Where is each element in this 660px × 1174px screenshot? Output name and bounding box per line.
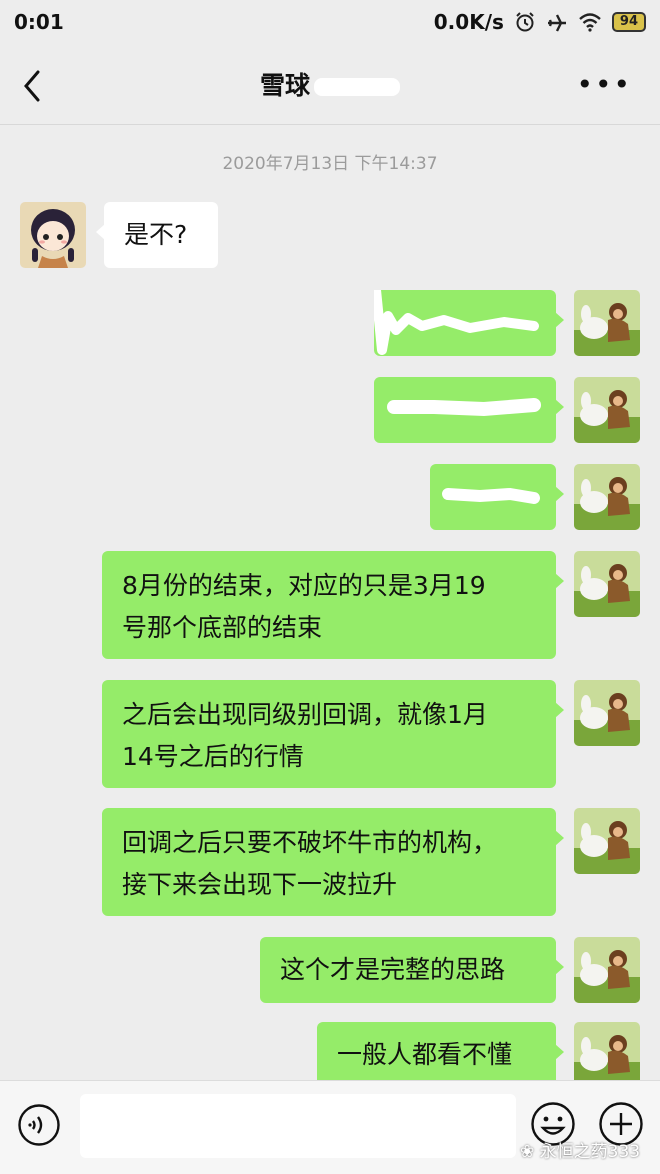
my-avatar[interactable] — [574, 551, 640, 617]
chat-title-text: 雪球 — [259, 71, 310, 100]
my-avatar[interactable] — [574, 1022, 640, 1088]
message-bubble-redacted[interactable] — [374, 377, 564, 443]
my-avatar[interactable] — [574, 808, 640, 874]
message-bubble-outgoing[interactable]: 一般人都看不懂 — [317, 1022, 564, 1088]
message-line: 8月份的结束，对应的只是3月19 — [122, 571, 486, 600]
redaction-mark — [314, 78, 400, 96]
redaction-scribble — [387, 398, 541, 417]
my-avatar[interactable] — [574, 464, 640, 530]
my-avatar[interactable] — [574, 937, 640, 1003]
message-bubble-redacted[interactable] — [430, 464, 564, 530]
wifi-icon — [579, 13, 601, 32]
redaction-scribble — [442, 487, 540, 504]
status-right: 0.0K/s 94 — [434, 10, 646, 34]
more-dots-icon[interactable]: ••• — [576, 71, 632, 99]
network-speed: 0.0K/s — [433, 10, 504, 34]
redaction-scribble — [374, 290, 539, 355]
my-avatar[interactable] — [574, 290, 640, 356]
message-text: 是不? — [124, 220, 188, 249]
message-line: 号那个底部的结束 — [122, 613, 323, 642]
status-time: 0:01 — [14, 10, 64, 34]
contact-avatar[interactable] — [20, 202, 86, 268]
message-line: 回调之后只要不破坏牛市的机构， — [122, 828, 498, 857]
message-bubble-outgoing[interactable]: 回调之后只要不破坏牛市的机构， 接下来会出现下一波拉升 — [102, 808, 564, 916]
message-input[interactable] — [80, 1094, 516, 1158]
alarm-icon — [516, 12, 534, 32]
watermark: ❀ 永恒之药333 — [520, 1137, 640, 1162]
wechat-watermark-icon: ❀ — [520, 1142, 540, 1162]
message-bubble-outgoing[interactable]: 这个才是完整的思路 — [260, 937, 564, 1003]
voice-icon[interactable] — [17, 1103, 61, 1147]
watermark-text: 永恒之药333 — [539, 1142, 641, 1162]
message-bubble-incoming[interactable]: 是不? — [96, 202, 218, 268]
my-avatar[interactable] — [574, 680, 640, 746]
message-text: 一般人都看不懂 — [337, 1040, 513, 1069]
airplane-icon — [547, 14, 566, 32]
message-text: 这个才是完整的思路 — [280, 955, 506, 984]
chat-header: 雪球 ••• — [0, 46, 660, 125]
battery-icon: 94 — [611, 12, 646, 32]
chat-title: 雪球 — [0, 66, 660, 102]
status-bar: 0:01 0.0K/s 94 — [0, 0, 660, 46]
message-line: 接下来会出现下一波拉升 — [122, 870, 398, 899]
message-timestamp: 2020年7月13日 下午14:37 — [222, 154, 438, 174]
message-line: 之后会出现同级别回调，就像1月 — [122, 700, 488, 729]
message-bubble-outgoing[interactable]: 8月份的结束，对应的只是3月19 号那个底部的结束 — [102, 551, 564, 659]
message-bubble-outgoing[interactable]: 之后会出现同级别回调，就像1月 14号之后的行情 — [102, 680, 564, 788]
my-avatar[interactable] — [574, 377, 640, 443]
message-line: 14号之后的行情 — [122, 742, 304, 771]
message-bubble-redacted[interactable] — [374, 290, 564, 356]
